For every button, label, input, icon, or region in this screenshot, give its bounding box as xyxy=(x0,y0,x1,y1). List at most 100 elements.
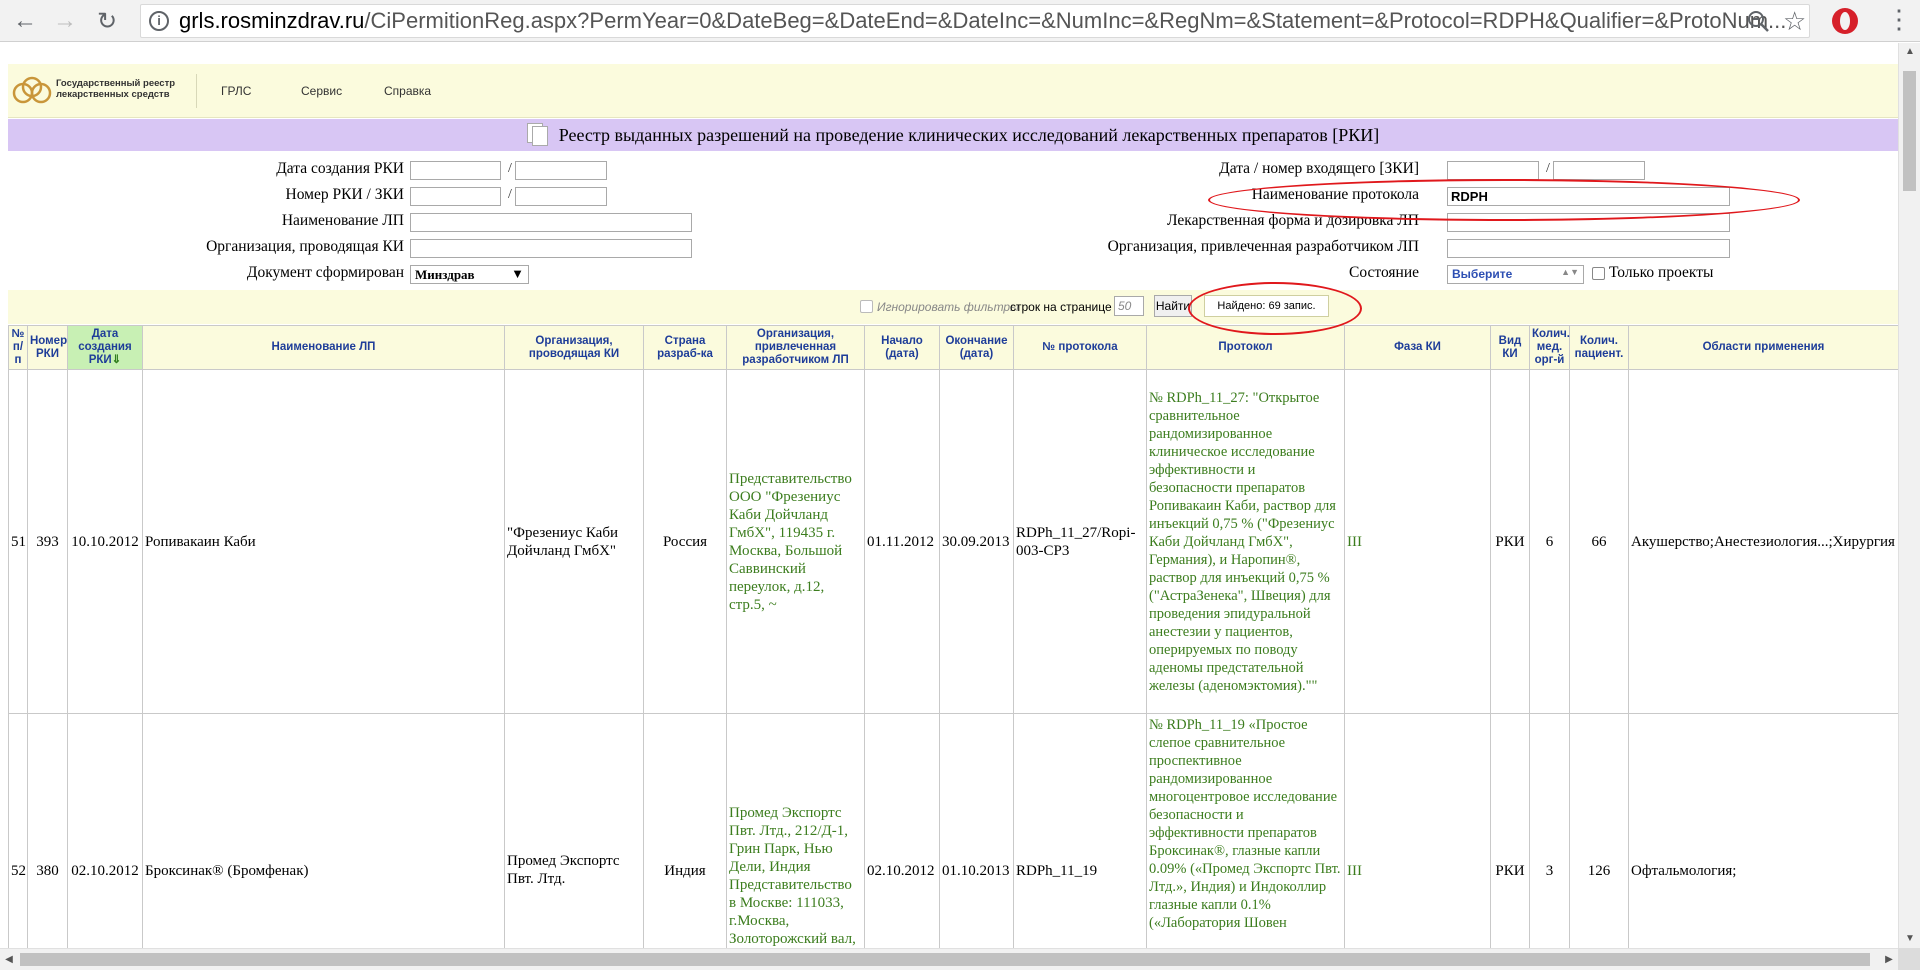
only-projects-checkbox[interactable] xyxy=(1592,267,1605,280)
protocol-name-label: Наименование протокола xyxy=(1251,186,1419,203)
find-button[interactable]: Найти xyxy=(1154,295,1192,317)
incoming-number-input[interactable] xyxy=(1553,161,1645,180)
cell-phase: III xyxy=(1344,369,1491,714)
scroll-right-icon[interactable]: ▶ xyxy=(1880,949,1898,971)
cell-end: 30.09.2013 xyxy=(939,369,1014,714)
date-created-from-input[interactable] xyxy=(410,161,501,180)
vertical-scroll-thumb[interactable] xyxy=(1903,71,1916,191)
col-country[interactable]: Страна разраб-ка xyxy=(643,325,727,370)
cell-rki-num: 380 xyxy=(27,713,68,948)
address-bar[interactable]: i grls.rosminzdrav.ru/CiPermitionReg.asp… xyxy=(140,4,1810,38)
slash-separator: / xyxy=(508,161,512,176)
col-org-developer[interactable]: Организация, привлеченная разработчиком … xyxy=(726,325,865,370)
browser-menu-icon[interactable]: ⋮ xyxy=(1886,6,1912,32)
cell-num: 51 xyxy=(8,369,28,714)
page-title: Реестр выданных разрешений на проведение… xyxy=(558,124,1380,145)
scroll-left-icon[interactable]: ◀ xyxy=(0,949,18,971)
incoming-date-input[interactable] xyxy=(1447,161,1539,180)
date-created-label: Дата создания РКИ xyxy=(276,160,404,177)
zoom-icon[interactable] xyxy=(1745,8,1771,34)
col-orgs-count[interactable]: Колич. мед. орг-й xyxy=(1529,325,1570,370)
cell-lp-name: Ропивакаин Каби xyxy=(142,369,505,714)
back-arrow-icon[interactable]: ← xyxy=(10,6,40,36)
address-url[interactable]: grls.rosminzdrav.ru/CiPermitionReg.aspx?… xyxy=(179,5,1786,37)
only-projects-label: Только проекты xyxy=(1609,264,1714,281)
col-start[interactable]: Начало (дата) xyxy=(864,325,940,370)
scroll-down-icon[interactable]: ▼ xyxy=(1899,930,1920,948)
horizontal-scroll-thumb[interactable] xyxy=(20,953,1870,966)
registry-logo-icon[interactable] xyxy=(10,74,54,108)
col-rki-num[interactable]: Номер РКИ xyxy=(27,325,68,370)
org-conducting-input[interactable] xyxy=(410,239,692,258)
col-protocol-num[interactable]: № протокола xyxy=(1013,325,1147,370)
cell-country: Индия xyxy=(643,713,727,948)
menu-service[interactable]: Сервис xyxy=(301,84,342,98)
cell-patients-count: 126 xyxy=(1569,713,1629,948)
incoming-label: Дата / номер входящего [ЗКИ] xyxy=(1219,160,1419,177)
col-protocol[interactable]: Протокол xyxy=(1146,325,1345,370)
date-created-to-input[interactable] xyxy=(515,161,607,180)
col-areas[interactable]: Области применения xyxy=(1628,325,1898,370)
opera-icon[interactable] xyxy=(1832,8,1858,34)
ignore-filters-label: Игнорировать фильтры xyxy=(877,300,1019,314)
lp-name-label: Наименование ЛП xyxy=(281,212,404,229)
col-end[interactable]: Окончание (дата) xyxy=(939,325,1014,370)
cell-orgs-count: 3 xyxy=(1529,713,1570,948)
table-row[interactable]: 51 393 10.10.2012 Ропивакаин Каби "Фрезе… xyxy=(8,369,1898,714)
site-header: Государственный реестр лекарственных сре… xyxy=(8,64,1898,118)
org-developer-input[interactable] xyxy=(1447,239,1730,258)
cell-protocol: № RDPh_11_19 «Простое слепое сравнительн… xyxy=(1146,713,1345,948)
state-label: Состояние xyxy=(1349,264,1419,281)
horizontal-scrollbar[interactable]: ◀ ▶ xyxy=(0,948,1898,970)
cell-date-created: 10.10.2012 xyxy=(67,369,143,714)
reload-icon[interactable]: ↻ xyxy=(92,6,122,36)
cell-date-created: 02.10.2012 xyxy=(67,713,143,948)
results-table: № п/п Номер РКИ Дата создания РКИ⇓ Наиме… xyxy=(8,325,1898,948)
cell-phase: III xyxy=(1344,713,1491,948)
org-developer-label: Организация, привлеченная разработчиком … xyxy=(1107,238,1419,255)
vertical-scrollbar[interactable]: ▲ ▼ xyxy=(1898,43,1920,948)
cell-protocol-num: RDPh_11_27/Ropi-003-CP3 xyxy=(1013,369,1147,714)
dosage-form-input[interactable] xyxy=(1447,213,1730,232)
col-org-conducting[interactable]: Организация, проводящая КИ xyxy=(504,325,644,370)
bookmark-star-icon[interactable]: ☆ xyxy=(1783,6,1806,37)
col-num[interactable]: № п/п xyxy=(8,325,28,370)
cell-num: 52 xyxy=(8,713,28,948)
logo-divider xyxy=(196,74,197,108)
dropdown-arrow-icon: ▲▼ xyxy=(1561,267,1579,277)
cell-lp-name: Броксинак® (Бромфенак) xyxy=(142,713,505,948)
rki-number-label: Номер РКИ / ЗКИ xyxy=(285,186,404,203)
menu-help[interactable]: Справка xyxy=(384,84,431,98)
rows-per-page-input[interactable] xyxy=(1114,296,1144,316)
cell-protocol-num: RDPh_11_19 xyxy=(1013,713,1147,948)
zki-number-input[interactable] xyxy=(515,187,607,206)
cell-protocol: № RDPh_11_27: "Открытое сравнительное ра… xyxy=(1146,369,1345,714)
documents-icon xyxy=(526,123,551,147)
cell-orgs-count: 6 xyxy=(1529,369,1570,714)
menu-grls[interactable]: ГРЛС xyxy=(221,84,251,98)
rki-number-input[interactable] xyxy=(410,187,501,206)
cell-end: 01.10.2013 xyxy=(939,713,1014,948)
page-viewport: Государственный реестр лекарственных сре… xyxy=(0,43,1898,948)
cell-rki-num: 393 xyxy=(27,369,68,714)
state-select[interactable]: Выберите ▲▼ xyxy=(1447,265,1584,284)
protocol-name-input[interactable] xyxy=(1447,187,1730,206)
forward-arrow-icon[interactable]: → xyxy=(50,6,80,36)
cell-org-developer: Представительство ООО "Фрезениус Каби До… xyxy=(726,369,865,714)
col-phase[interactable]: Фаза КИ xyxy=(1344,325,1491,370)
rows-per-page-label: строк на странице xyxy=(1010,300,1112,314)
cell-patients-count: 66 xyxy=(1569,369,1629,714)
col-lp-name[interactable]: Наименование ЛП xyxy=(142,325,505,370)
document-select[interactable]: Минздрав ▼ xyxy=(410,265,529,284)
dropdown-arrow-icon: ▼ xyxy=(511,266,524,281)
scroll-up-icon[interactable]: ▲ xyxy=(1899,43,1920,61)
table-header-row: № п/п Номер РКИ Дата создания РКИ⇓ Наиме… xyxy=(8,325,1898,370)
col-date-created[interactable]: Дата создания РКИ⇓ xyxy=(67,325,143,370)
cell-start: 01.11.2012 xyxy=(864,369,940,714)
col-kind[interactable]: Вид КИ xyxy=(1490,325,1530,370)
lp-name-input[interactable] xyxy=(410,213,692,232)
info-icon[interactable]: i xyxy=(149,11,169,31)
col-patients-count[interactable]: Колич. пациент. xyxy=(1569,325,1629,370)
ignore-filters-checkbox[interactable] xyxy=(860,300,873,313)
table-row[interactable]: 52 380 02.10.2012 Броксинак® (Бромфенак)… xyxy=(8,713,1898,948)
